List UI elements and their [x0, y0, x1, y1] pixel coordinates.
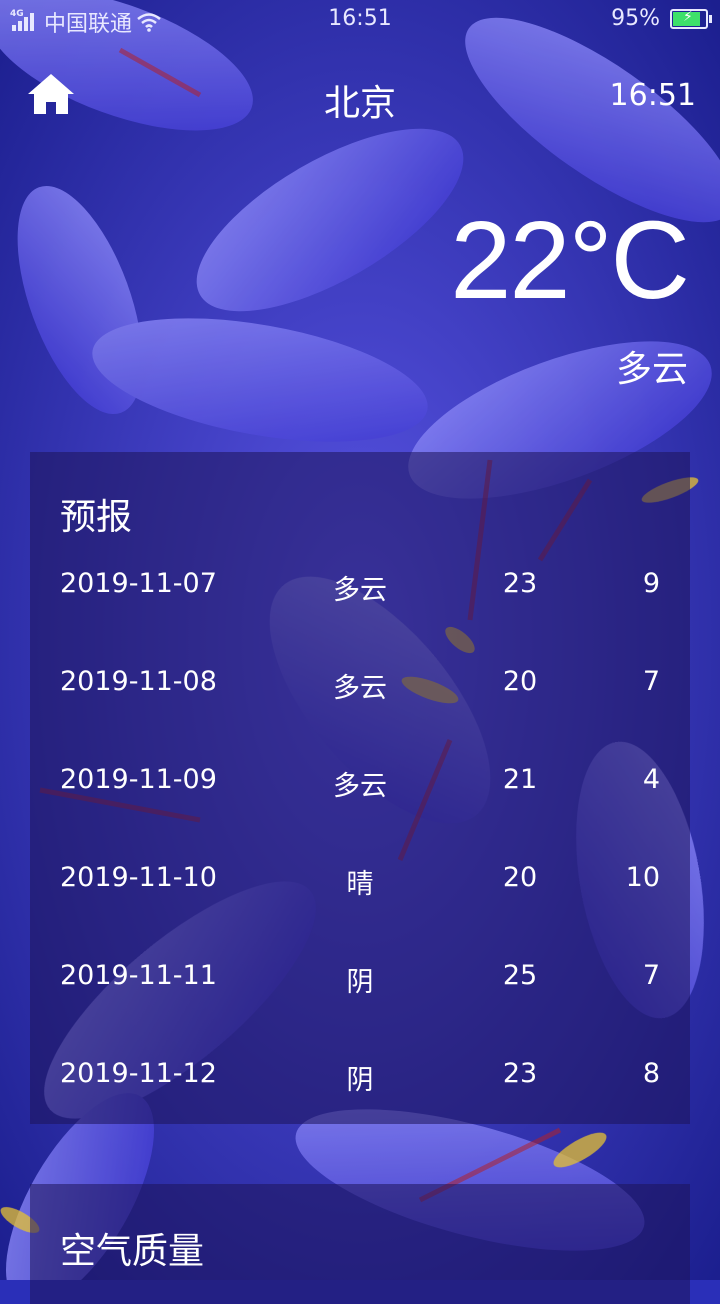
- current-temperature: 22°C: [450, 199, 690, 322]
- forecast-row: 2019-11-10 晴 20 10: [30, 850, 690, 910]
- forecast-row: 2019-11-12 阴 23 8: [30, 1046, 690, 1106]
- battery-percent: 95%: [611, 6, 660, 31]
- update-time: 16:51: [609, 78, 696, 113]
- forecast-date: 2019-11-07: [60, 568, 217, 599]
- forecast-date: 2019-11-09: [60, 764, 217, 795]
- forecast-min-temp: 9: [642, 568, 660, 599]
- forecast-max-temp: 25: [502, 960, 538, 991]
- forecast-max-temp: 23: [502, 568, 538, 599]
- forecast-max-temp: 20: [502, 666, 538, 697]
- title-bar: 北京 16:51: [0, 66, 720, 126]
- forecast-condition: 阴: [346, 1065, 374, 1096]
- forecast-condition: 多云: [333, 673, 387, 704]
- forecast-date: 2019-11-10: [60, 862, 217, 893]
- forecast-min-temp: 8: [642, 1058, 660, 1089]
- forecast-max-temp: 20: [502, 862, 538, 893]
- forecast-condition: 多云: [333, 575, 387, 606]
- forecast-date: 2019-11-08: [60, 666, 217, 697]
- forecast-max-temp: 21: [502, 764, 538, 795]
- forecast-condition: 晴: [346, 869, 374, 900]
- forecast-min-temp: 4: [642, 764, 660, 795]
- forecast-condition: 阴: [346, 967, 374, 998]
- forecast-panel: 预报 2019-11-07 多云 23 9 2019-11-08 多云 20 7…: [30, 452, 690, 1124]
- forecast-row: 2019-11-11 阴 25 7: [30, 948, 690, 1008]
- forecast-max-temp: 23: [502, 1058, 538, 1089]
- forecast-condition: 多云: [333, 771, 387, 802]
- air-quality-panel: 空气质量: [30, 1184, 690, 1304]
- battery-icon: ⚡: [670, 8, 712, 29]
- forecast-row: 2019-11-08 多云 20 7: [30, 654, 690, 714]
- forecast-title: 预报: [60, 497, 133, 538]
- status-bar-right: 95% ⚡: [611, 6, 712, 31]
- current-condition: 多云: [615, 349, 688, 390]
- forecast-date: 2019-11-11: [60, 960, 217, 991]
- air-quality-title: 空气质量: [60, 1231, 205, 1272]
- forecast-min-temp: 10: [625, 862, 660, 893]
- forecast-date: 2019-11-12: [60, 1058, 217, 1089]
- forecast-min-temp: 7: [642, 960, 660, 991]
- forecast-min-temp: 7: [642, 666, 660, 697]
- forecast-row: 2019-11-09 多云 21 4: [30, 752, 690, 812]
- forecast-row: 2019-11-07 多云 23 9: [30, 556, 690, 616]
- status-bar: 4G 中国联通 16:51 95% ⚡: [0, 0, 720, 38]
